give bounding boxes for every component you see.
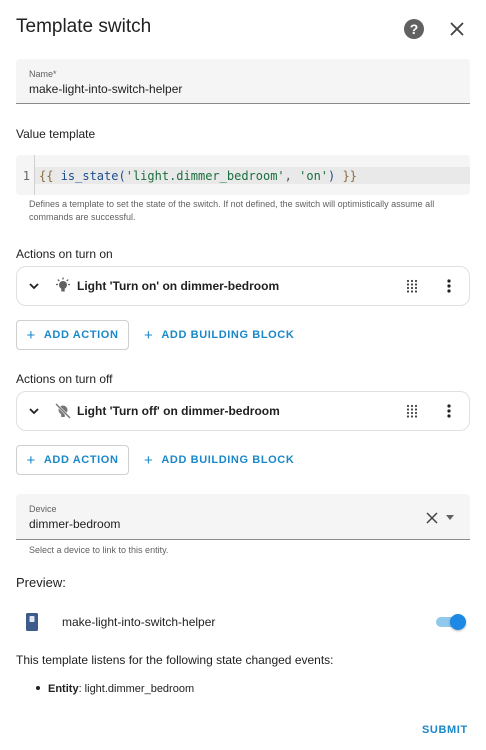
drag-handle-icon[interactable]	[405, 279, 419, 293]
value-template-helper: Defines a template to set the state of t…	[29, 199, 435, 222]
chevron-down-icon[interactable]	[27, 279, 41, 293]
help-icon[interactable]: ?	[404, 19, 424, 39]
clear-icon[interactable]	[426, 512, 438, 524]
add-action-button-off[interactable]: + ADD ACTION	[16, 445, 129, 475]
listen-entity-item: Entity: light.dimmer_bedroom	[36, 683, 194, 695]
plus-icon: +	[144, 451, 154, 469]
device-field-value: dimmer-bedroom	[29, 517, 121, 531]
toggle-thumb	[450, 614, 466, 630]
device-field-label: Device	[29, 504, 57, 514]
device-helper: Select a device to link to this entity.	[29, 545, 169, 555]
code-gutter: 1	[16, 155, 35, 195]
add-action-button-on[interactable]: + ADD ACTION	[16, 320, 129, 350]
actions-off-label: Actions on turn off	[16, 372, 113, 386]
name-field[interactable]: Name* make-light-into-switch-helper	[16, 59, 470, 104]
actions-on-label: Actions on turn on	[16, 247, 113, 261]
value-template-editor[interactable]: 1 {{ is_state('light.dimmer_bedroom', 'o…	[16, 155, 470, 195]
add-action-label: ADD ACTION	[43, 454, 119, 466]
code-arg-entity: 'light.dimmer_bedroom'	[125, 169, 285, 183]
action-item-label: Light 'Turn off' on dimmer-bedroom	[77, 404, 280, 418]
line-number: 1	[22, 169, 30, 183]
code-open-brace: {{	[39, 169, 61, 183]
submit-button[interactable]: SUBMIT	[422, 724, 468, 736]
action-item-turn-off[interactable]: Light 'Turn off' on dimmer-bedroom	[16, 391, 470, 431]
add-action-label: ADD ACTION	[43, 329, 119, 341]
action-item-turn-on[interactable]: Light 'Turn on' on dimmer-bedroom	[16, 266, 470, 306]
plus-icon: +	[26, 326, 36, 344]
value-template-label: Value template	[16, 127, 96, 141]
more-vertical-icon[interactable]	[443, 403, 455, 419]
lightbulb-off-icon	[55, 403, 71, 419]
name-field-value: make-light-into-switch-helper	[29, 82, 183, 96]
code-close-brace: }}	[335, 169, 357, 183]
add-building-block-button-on[interactable]: + ADD BUILDING BLOCK	[140, 320, 298, 350]
preview-title: Preview:	[16, 575, 66, 590]
code-line-1[interactable]: {{ is_state('light.dimmer_bedroom', 'on'…	[39, 169, 357, 183]
dropdown-arrow-icon[interactable]	[446, 515, 454, 520]
add-block-label: ADD BUILDING BLOCK	[161, 454, 295, 466]
bullet-dot	[36, 686, 40, 691]
dialog-title: Template switch	[16, 16, 152, 37]
plus-icon: +	[26, 451, 36, 469]
preview-toggle[interactable]	[436, 614, 466, 630]
preview-entity-name: make-light-into-switch-helper	[62, 615, 216, 629]
code-separator: ,	[284, 169, 300, 183]
more-vertical-icon[interactable]	[443, 278, 455, 294]
action-item-label: Light 'Turn on' on dimmer-bedroom	[77, 279, 280, 293]
drag-handle-icon[interactable]	[405, 404, 419, 418]
close-icon[interactable]	[446, 18, 468, 40]
switch-icon	[26, 613, 38, 631]
lightbulb-on-icon	[56, 277, 70, 292]
code-arg-state: 'on'	[299, 169, 329, 183]
add-building-block-button-off[interactable]: + ADD BUILDING BLOCK	[140, 445, 298, 475]
plus-icon: +	[144, 326, 154, 344]
listen-entity-label: Entity	[48, 683, 79, 695]
listen-description: This template listens for the following …	[16, 653, 334, 667]
code-function: is_state(	[60, 169, 126, 183]
name-field-label: Name*	[29, 69, 57, 79]
device-select[interactable]: Device dimmer-bedroom	[16, 494, 470, 540]
chevron-down-icon[interactable]	[27, 404, 41, 418]
listen-entity-value: : light.dimmer_bedroom	[78, 683, 195, 695]
add-block-label: ADD BUILDING BLOCK	[161, 329, 295, 341]
